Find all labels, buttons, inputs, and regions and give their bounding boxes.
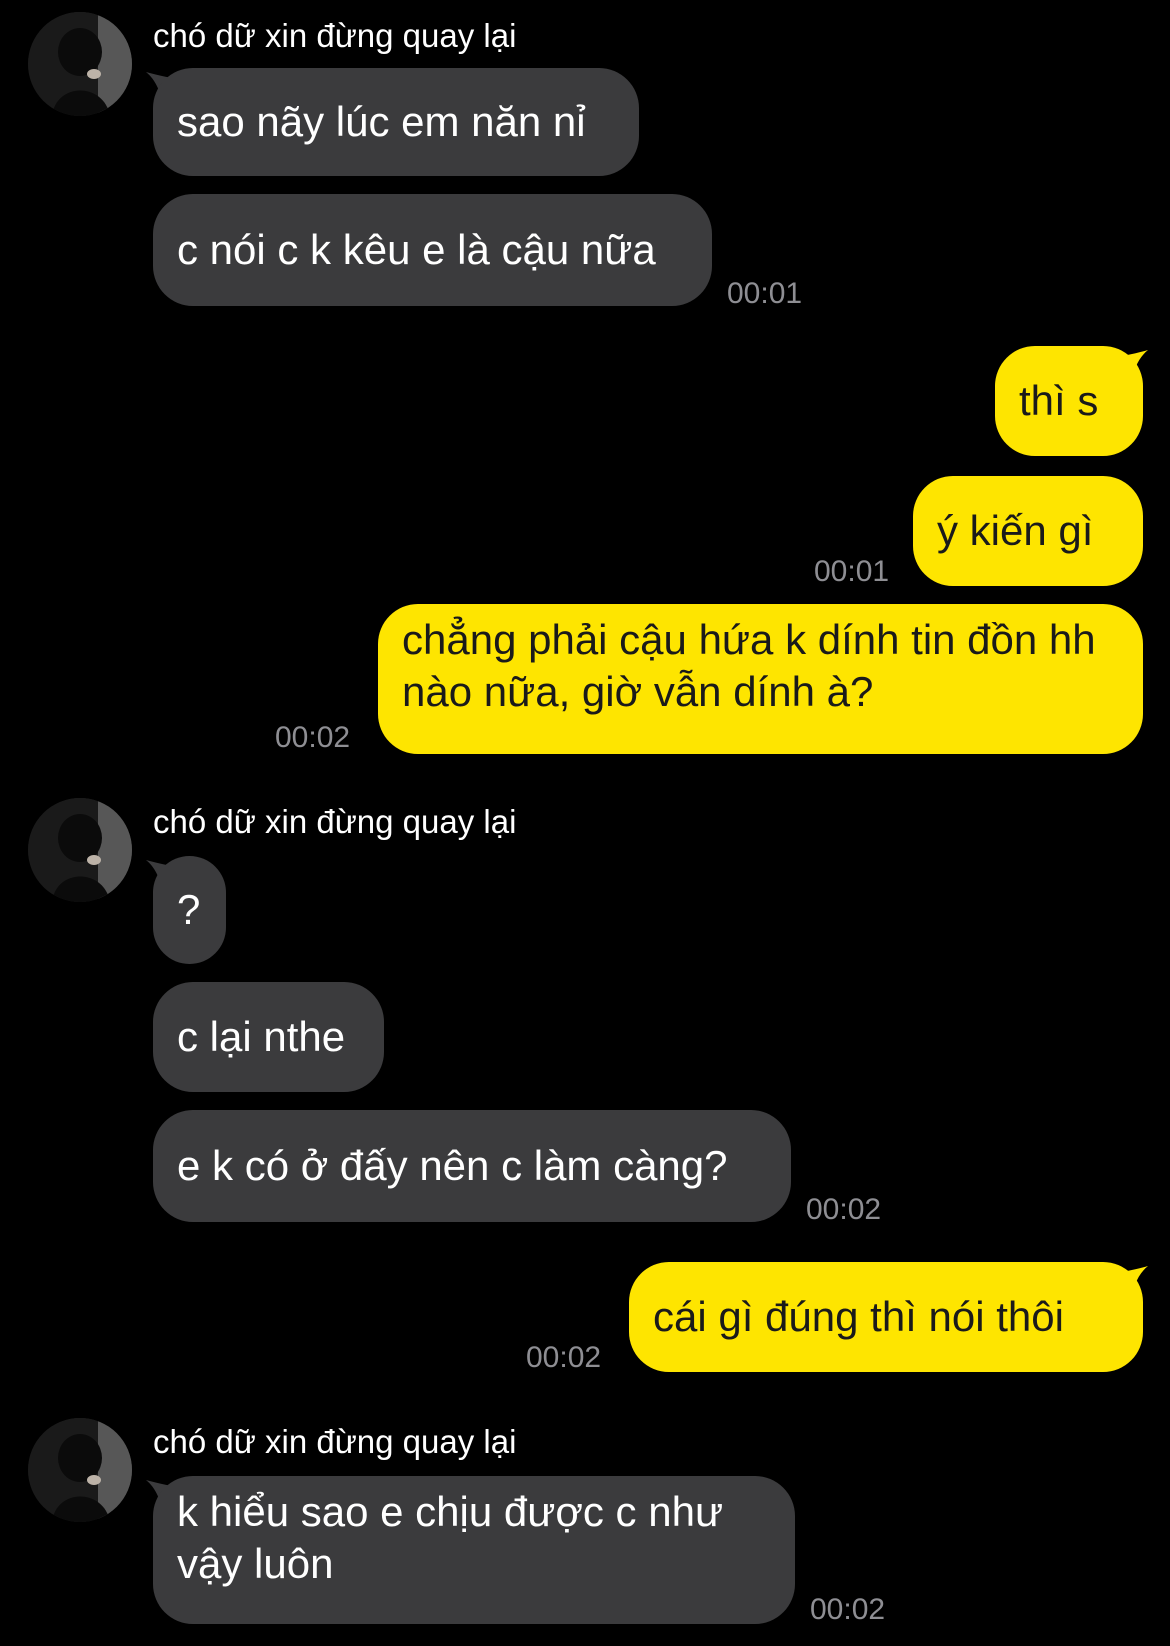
message-bubble-outgoing[interactable]: thì s <box>995 346 1143 456</box>
message-text: chẳng phải cậu hứa k dính tin đồn hh nào… <box>402 616 1096 715</box>
message-bubble-outgoing[interactable]: cái gì đúng thì nói thôi <box>629 1262 1143 1372</box>
sender-name: chó dữ xin đừng quay lại <box>153 17 517 54</box>
message-timestamp: 00:02 <box>810 1593 886 1626</box>
message-timestamp: 00:02 <box>275 721 351 754</box>
message-timestamp: 00:02 <box>806 1193 882 1226</box>
message-text: c nói c k kêu e là cậu nữa <box>177 226 656 273</box>
avatar[interactable] <box>28 12 132 116</box>
message-text: e k có ở đấy nên c làm càng? <box>177 1142 728 1189</box>
message-text: cái gì đúng thì nói thôi <box>653 1293 1064 1340</box>
message-bubble-incoming[interactable]: sao nãy lúc em năn nỉ <box>153 68 639 176</box>
message-timestamp: 00:01 <box>727 277 803 310</box>
message-bubble-outgoing[interactable]: chẳng phải cậu hứa k dính tin đồn hh nào… <box>378 604 1143 754</box>
message-text: thì s <box>1019 377 1099 424</box>
message-bubble-incoming[interactable]: ? <box>153 856 226 964</box>
message-bubble-outgoing[interactable]: ý kiến gì <box>913 476 1143 586</box>
message-timestamp: 00:01 <box>814 555 890 588</box>
message-bubble-incoming[interactable]: c nói c k kêu e là cậu nữa <box>153 194 712 306</box>
avatar[interactable] <box>28 1418 132 1522</box>
sender-name: chó dữ xin đừng quay lại <box>153 803 517 840</box>
message-text: c lại nthe <box>177 1013 346 1060</box>
message-text: sao nãy lúc em năn nỉ <box>177 98 586 145</box>
message-bubble-incoming[interactable]: k hiểu sao e chịu được c như vậy luôn <box>153 1476 795 1624</box>
message-text: ? <box>177 886 201 933</box>
message-bubble-incoming[interactable]: e k có ở đấy nên c làm càng? <box>153 1110 791 1222</box>
message-bubble-incoming[interactable]: c lại nthe <box>153 982 384 1092</box>
message-text: ý kiến gì <box>937 507 1094 554</box>
avatar[interactable] <box>28 798 132 902</box>
sender-name: chó dữ xin đừng quay lại <box>153 1423 517 1460</box>
message-timestamp: 00:02 <box>526 1341 602 1374</box>
message-text: k hiểu sao e chịu được c như vậy luôn <box>177 1488 724 1587</box>
